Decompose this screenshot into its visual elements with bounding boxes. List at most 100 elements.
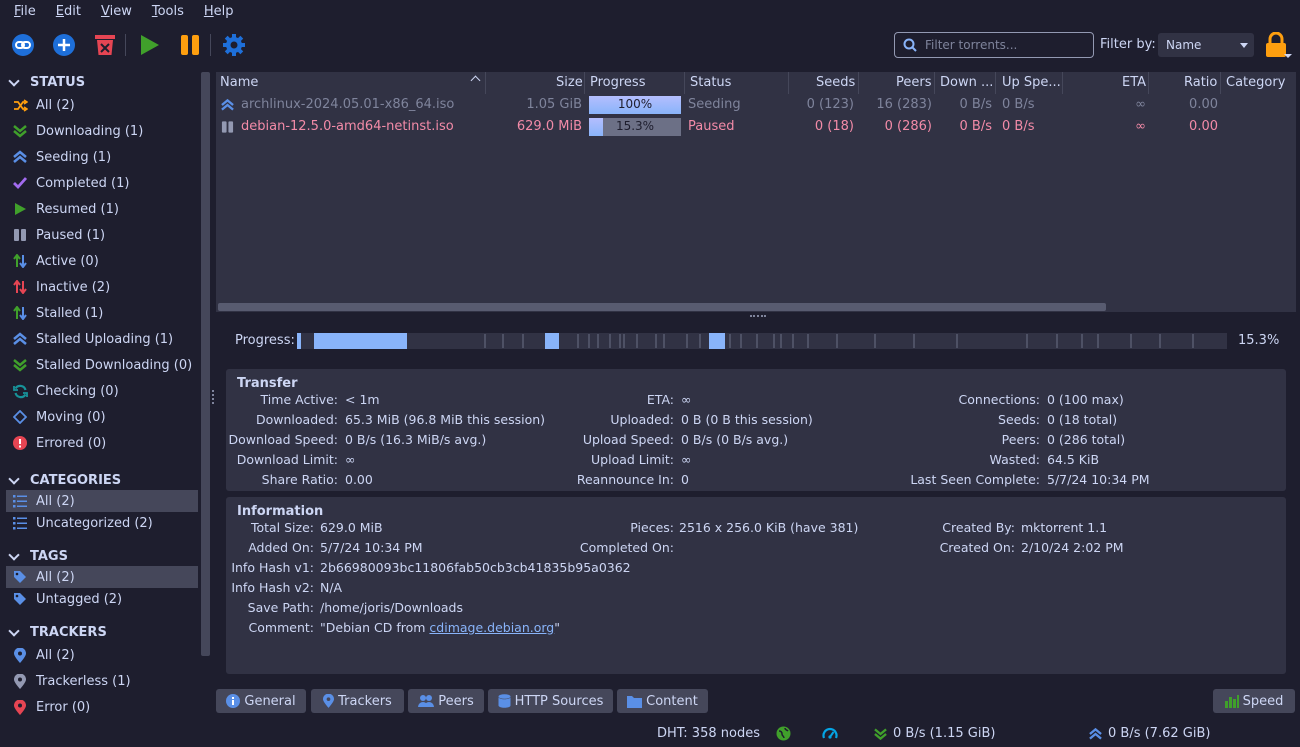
wasted-label: Wasted:: [989, 452, 1040, 467]
filter-torrents-input[interactable]: [925, 38, 1085, 52]
people-icon: [418, 694, 435, 708]
status-completed[interactable]: Completed (1): [6, 172, 198, 194]
options-button[interactable]: [221, 32, 247, 58]
status-inactive[interactable]: Inactive (2): [6, 276, 198, 298]
tracker-error[interactable]: Error (0): [6, 696, 198, 718]
filter-by-select[interactable]: Name: [1158, 33, 1254, 57]
tab-content[interactable]: Content: [617, 689, 708, 713]
column-up-speed[interactable]: Up Spe...: [1002, 75, 1061, 90]
status-paused[interactable]: Paused (1): [6, 224, 198, 246]
status-active[interactable]: Active (0): [6, 250, 198, 272]
tag-all[interactable]: All (2): [6, 566, 198, 588]
column-progress[interactable]: Progress: [590, 75, 645, 90]
status-downloading[interactable]: Downloading (1): [6, 120, 198, 142]
info-hash-v1-label: Info Hash v1:: [231, 560, 314, 575]
torrent-peers: 16 (283): [876, 97, 932, 112]
category-uncategorized[interactable]: Uncategorized (2): [6, 512, 198, 534]
trackers-section-header[interactable]: TRACKERS: [8, 624, 107, 640]
column-name[interactable]: Name: [220, 75, 258, 90]
connection-status-icon[interactable]: [776, 726, 791, 745]
splitter-handle[interactable]: [212, 390, 216, 404]
chevron-down-icon: [8, 624, 20, 637]
downloaded-label: Downloaded:: [256, 412, 338, 427]
filter-torrents-field[interactable]: [894, 32, 1094, 58]
resume-button[interactable]: [136, 32, 162, 58]
tag-untagged[interactable]: Untagged (2): [6, 588, 198, 610]
status-all[interactable]: All (2): [6, 94, 198, 116]
upload-limit-label: Upload Limit:: [591, 452, 674, 467]
delete-button[interactable]: [92, 32, 118, 58]
active-arrows-icon: [12, 253, 28, 269]
speed-button[interactable]: Speed: [1213, 689, 1295, 713]
upload-chevrons-icon: [12, 149, 28, 165]
column-eta[interactable]: ETA: [1122, 75, 1146, 90]
download-speed-total[interactable]: 0 B/s (1.15 GiB): [893, 726, 995, 741]
created-by-label: Created By:: [942, 520, 1015, 535]
info-hash-v2-label: Info Hash v2:: [231, 580, 314, 595]
add-torrent-button[interactable]: [51, 32, 77, 58]
status-section-header[interactable]: STATUS: [8, 74, 85, 90]
status-moving[interactable]: Moving (0): [6, 406, 198, 428]
splitter-handle[interactable]: [750, 315, 766, 317]
column-seeds[interactable]: Seeds: [816, 75, 855, 90]
category-all[interactable]: All (2): [6, 490, 198, 512]
status-stalled-uploading[interactable]: Stalled Uploading (1): [6, 328, 198, 350]
comment-link[interactable]: cdimage.debian.org: [429, 620, 554, 635]
column-category[interactable]: Category: [1226, 75, 1285, 90]
torrent-up-speed: 0 B/s: [1002, 119, 1035, 134]
tracker-trackerless[interactable]: Trackerless (1): [6, 670, 198, 692]
save-path-value[interactable]: /home/joris/Downloads: [320, 600, 463, 615]
menu-edit[interactable]: Edit: [48, 4, 89, 19]
column-status[interactable]: Status: [690, 75, 731, 90]
status-resumed[interactable]: Resumed (1): [6, 198, 198, 220]
status-stalled[interactable]: Stalled (1): [6, 302, 198, 324]
torrent-eta: ∞: [1135, 119, 1146, 134]
seeds-label: Seeds:: [998, 412, 1040, 427]
tab-peers[interactable]: Peers: [408, 689, 484, 713]
information-panel: Information Total Size: 629.0 MiB Added …: [226, 497, 1286, 674]
share-ratio-label: Share Ratio:: [261, 472, 338, 487]
tag-icon: [12, 569, 28, 585]
eta-label: ETA:: [646, 392, 674, 407]
column-ratio[interactable]: Ratio: [1184, 75, 1217, 90]
connections-label: Connections:: [958, 392, 1040, 407]
progress-label: 15.3%: [615, 119, 655, 133]
torrent-up-speed: 0 B/s: [1002, 97, 1035, 112]
status-stalled-downloading[interactable]: Stalled Downloading (0): [6, 354, 198, 376]
table-row[interactable]: debian-12.5.0-amd64-netinst.iso 629.0 Mi…: [216, 116, 1296, 138]
menu-tools[interactable]: Tools: [144, 4, 192, 19]
upload-speed-total[interactable]: 0 B/s (7.62 GiB): [1108, 726, 1210, 741]
categories-section-header[interactable]: CATEGORIES: [8, 472, 121, 488]
toolbar-overflow-icon[interactable]: [1284, 54, 1292, 58]
table-row[interactable]: archlinux-2024.05.01-x86_64.iso 1.05 GiB…: [216, 94, 1296, 116]
progress-label: 100%: [617, 97, 653, 111]
created-by-value: mktorrent 1.1: [1021, 520, 1108, 535]
torrent-status: Paused: [688, 119, 735, 134]
status-checking[interactable]: Checking (0): [6, 380, 198, 402]
info-hash-v1-value[interactable]: 2b66980093bc11806fab50cb3cb41835b95a0362: [320, 560, 631, 575]
column-down-speed[interactable]: Down ...: [940, 75, 993, 90]
add-link-button[interactable]: [10, 32, 36, 58]
menu-view[interactable]: View: [93, 4, 140, 19]
status-errored[interactable]: Errored (0): [6, 432, 198, 454]
column-peers[interactable]: Peers: [896, 75, 932, 90]
torrent-peers: 0 (286): [884, 119, 932, 134]
comment-value: "Debian CD from cdimage.debian.org": [320, 620, 560, 635]
tab-general[interactable]: General: [216, 689, 306, 713]
sidebar-scrollbar[interactable]: [201, 72, 210, 656]
pause-button[interactable]: [177, 32, 203, 58]
filter-by-value: Name: [1166, 38, 1202, 52]
tab-http-sources[interactable]: HTTP Sources: [488, 689, 613, 713]
tracker-all[interactable]: All (2): [6, 644, 198, 666]
stalled-arrows-icon: [12, 305, 28, 321]
speed-limit-icon[interactable]: [822, 726, 838, 746]
tags-section-header[interactable]: TAGS: [8, 548, 68, 564]
menu-help[interactable]: Help: [196, 4, 242, 19]
table-horizontal-scrollbar[interactable]: [218, 303, 1106, 311]
menu-file[interactable]: File: [6, 4, 44, 19]
torrent-size: 1.05 GiB: [526, 97, 582, 112]
column-size[interactable]: Size: [556, 75, 583, 90]
status-seeding[interactable]: Seeding (1): [6, 146, 198, 168]
tab-trackers[interactable]: Trackers: [311, 689, 404, 713]
chevron-down-icon: [8, 472, 20, 485]
